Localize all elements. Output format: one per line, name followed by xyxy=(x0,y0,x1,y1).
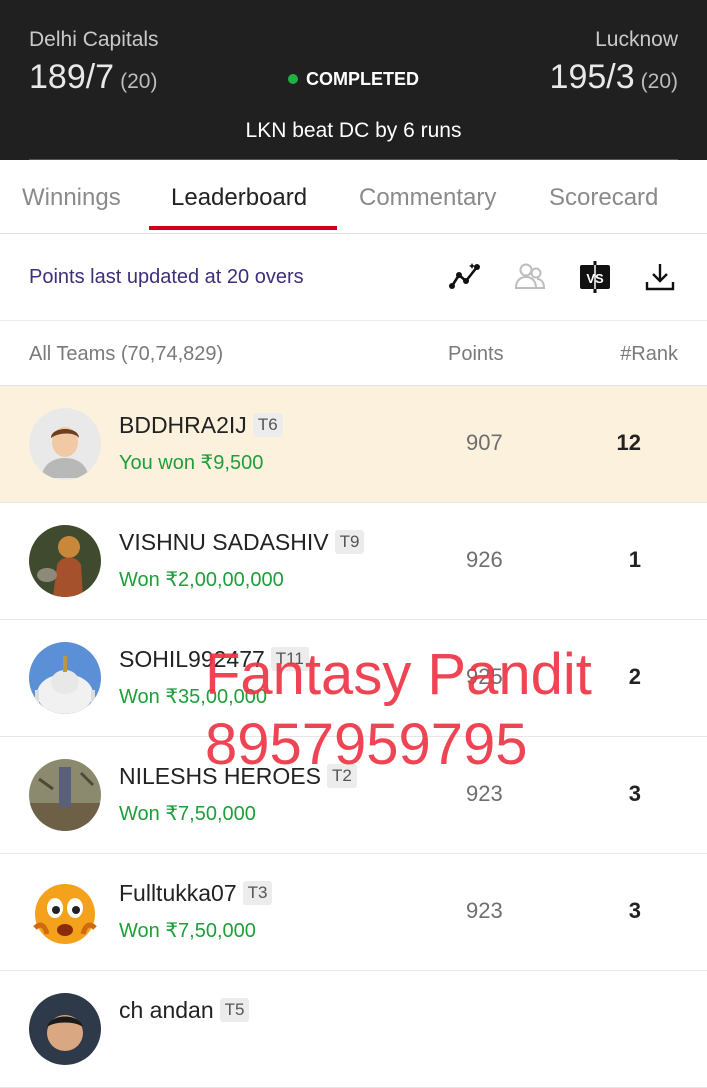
avatar xyxy=(29,642,101,714)
points-updated-text: Points last updated at 20 overs xyxy=(29,266,304,288)
user-name-text: VISHNU SADASHIV xyxy=(119,529,329,555)
points-value: 907 xyxy=(466,430,503,455)
user-photo-icon xyxy=(29,759,101,831)
user-name-text: Fulltukka07 xyxy=(119,880,237,906)
avatar xyxy=(29,408,101,480)
rank-column-header: #Rank xyxy=(620,343,678,365)
leaderboard-row[interactable]: SOHIL992477 T11 Won ₹35,00,000 925 2 xyxy=(0,620,707,737)
active-tab-indicator xyxy=(149,226,337,230)
winnings-text: You won ₹9,500 xyxy=(119,452,264,474)
points-update-bar: Points last updated at 20 overs VS xyxy=(0,234,707,321)
avatar xyxy=(29,759,101,831)
team-right-runs: 195/3 xyxy=(549,58,635,96)
rank-value: 3 xyxy=(628,898,641,923)
user-name-text: NILESHS HEROES xyxy=(119,763,321,789)
leaderboard-row[interactable]: Fulltukka07 T3 Won ₹7,50,000 923 3 xyxy=(0,854,707,971)
points-value: 925 xyxy=(466,664,503,689)
leaderboard-row-self[interactable]: BDDHRA2IJ T6 You won ₹9,500 907 12 xyxy=(0,386,707,503)
leaderboard-row[interactable]: ch andan T5 xyxy=(0,971,707,1088)
rank-value: 3 xyxy=(628,781,641,806)
winnings-text: Won ₹2,00,00,000 xyxy=(119,569,284,591)
tab-winnings[interactable]: Winnings xyxy=(22,184,121,212)
tab-leaderboard[interactable]: Leaderboard xyxy=(171,184,307,212)
user-name: NILESHS HEROES T2 xyxy=(119,763,357,790)
points-column-header: Points xyxy=(448,343,504,365)
points-value: 926 xyxy=(466,547,503,572)
rank-value: 1 xyxy=(628,547,641,572)
match-header: Delhi Capitals 189/7 (20) COMPLETED Luckn… xyxy=(0,0,707,160)
default-avatar-icon xyxy=(29,408,101,480)
team-tag: T5 xyxy=(219,998,250,1022)
user-name-text: ch andan xyxy=(119,997,214,1023)
team-tag: T11 xyxy=(270,647,309,671)
user-name: SOHIL992477 T11 xyxy=(119,646,309,673)
user-photo-icon xyxy=(29,525,101,597)
user-name: BDDHRA2IJ T6 xyxy=(119,412,283,439)
winnings-text: Won ₹7,50,000 xyxy=(119,803,256,825)
user-photo-icon xyxy=(29,642,101,714)
team-tag: T6 xyxy=(252,413,283,437)
tab-bar: Winnings Leaderboard Commentary Scorecar… xyxy=(0,160,707,234)
points-value: 923 xyxy=(466,898,503,923)
team-tag: T3 xyxy=(242,881,273,905)
winnings-text: Won ₹35,00,000 xyxy=(119,686,268,708)
leaderboard-row[interactable]: VISHNU SADASHIV T9 Won ₹2,00,00,000 926 1 xyxy=(0,503,707,620)
user-name: Fulltukka07 T3 xyxy=(119,880,273,907)
compare-teams-icon[interactable] xyxy=(513,260,547,294)
chart-icon[interactable] xyxy=(448,260,482,294)
team-right-overs: (20) xyxy=(640,70,678,93)
status-dot-icon xyxy=(287,74,298,84)
user-photo-icon xyxy=(29,993,101,1065)
team-right-name: Lucknow xyxy=(595,28,678,51)
tab-scorecard[interactable]: Scorecard xyxy=(549,184,658,212)
tab-commentary[interactable]: Commentary xyxy=(359,184,496,212)
points-value: 923 xyxy=(466,781,503,806)
user-name-text: BDDHRA2IJ xyxy=(119,412,247,438)
vs-icon[interactable]: VS xyxy=(578,260,612,294)
match-result: LKN beat DC by 6 runs xyxy=(245,119,462,142)
user-name: VISHNU SADASHIV T9 xyxy=(119,529,365,556)
rank-value: 12 xyxy=(616,430,641,455)
emoji-avatar-icon xyxy=(29,876,101,948)
team-tag: T2 xyxy=(326,764,357,788)
leaderboard-row[interactable]: NILESHS HEROES T2 Won ₹7,50,000 923 3 xyxy=(0,737,707,854)
user-name-text: SOHIL992477 xyxy=(119,646,265,672)
download-icon[interactable] xyxy=(643,260,677,294)
avatar xyxy=(29,525,101,597)
winnings-text: Won ₹7,50,000 xyxy=(119,920,256,942)
leaderboard-header: All Teams (70,74,829) Points #Rank xyxy=(0,321,707,386)
user-name: ch andan T5 xyxy=(119,997,250,1024)
match-status-label: COMPLETED xyxy=(305,69,419,89)
team-right-score: 195/3 (20) xyxy=(550,58,678,97)
rank-value: 2 xyxy=(628,664,641,689)
team-tag: T9 xyxy=(334,530,365,554)
avatar xyxy=(29,993,101,1065)
team-left-name: Delhi Capitals xyxy=(29,28,159,51)
avatar xyxy=(29,876,101,948)
all-teams-count: All Teams (70,74,829) xyxy=(29,343,224,365)
svg-text:VS: VS xyxy=(586,271,604,286)
